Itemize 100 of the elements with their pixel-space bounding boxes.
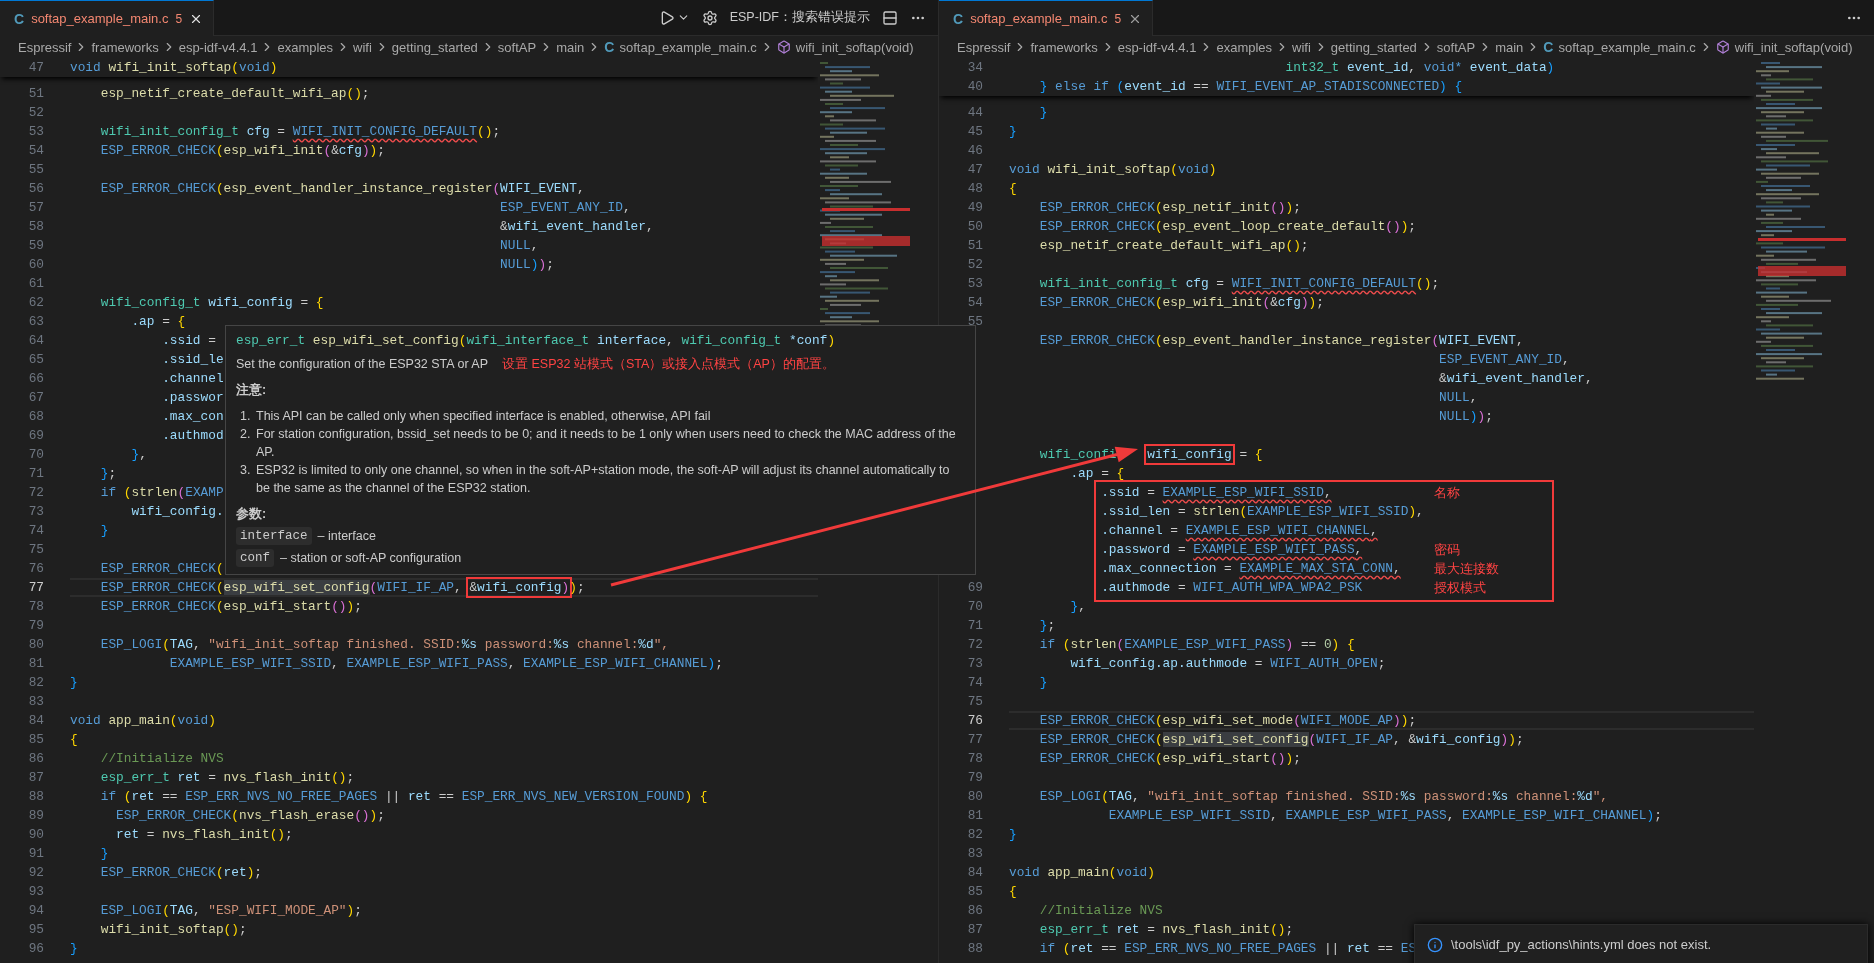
- code-text: }: [1009, 827, 1017, 842]
- line-number: 85: [966, 884, 983, 899]
- line-number: 54: [966, 295, 983, 310]
- line-number: 46: [966, 143, 983, 158]
- line-number: 53: [27, 124, 44, 139]
- line-number: 86: [27, 751, 44, 766]
- code-text: = {: [1238, 447, 1263, 462]
- code-text: ESP_LOGI(TAG, "wifi_init_softap finished. SSID:%s password:%s channel:%d",: [1038, 789, 1609, 804]
- line-number: 70: [966, 599, 983, 614]
- code-text: void wifi_init_softap(void): [1009, 162, 1217, 177]
- code-text: &wifi_event_handler,: [499, 219, 654, 234]
- line-number: 72: [27, 485, 44, 500]
- code-text: },: [130, 447, 147, 462]
- code-text: esp_err_t ret = nvs_flash_init();: [1038, 922, 1294, 937]
- code-text: //Initialize NVS: [99, 751, 224, 766]
- line-number: 47: [27, 60, 44, 75]
- code-text: esp_err_t ret = nvs_flash_init();: [99, 770, 355, 785]
- line-number: 62: [27, 295, 44, 310]
- line-number: 78: [27, 599, 44, 614]
- code-text: .authmode = WIFI_AUTH_WPA_WPA2_PSK: [1100, 580, 1363, 595]
- code-text: NULL));: [1438, 409, 1493, 424]
- code-text: .ap = {: [1069, 466, 1125, 481]
- line-number: 87: [27, 770, 44, 785]
- line-number: 82: [966, 827, 983, 842]
- highlighted-code: &wifi_config): [469, 580, 570, 595]
- line-number: 88: [27, 789, 44, 804]
- code-text: {: [70, 732, 78, 747]
- code-text: ESP_ERROR_CHECK(esp_netif_init());: [1038, 200, 1301, 215]
- code-text: void app_main(void): [70, 713, 216, 728]
- code-text: ESP_ERROR_CHECK(nvs_flash_erase());: [115, 808, 385, 823]
- line-number: 77: [966, 732, 983, 747]
- line-number: 79: [27, 618, 44, 633]
- line-number: 69: [27, 428, 44, 443]
- code-text: }: [99, 523, 109, 538]
- code-text: .ssid = EXAMPLE_ESP_WIFI_SSID,: [1100, 485, 1332, 500]
- line-number: 85: [27, 732, 44, 747]
- line-number: 44: [966, 105, 983, 120]
- code-text: int32_t event_id, void* event_data): [1284, 60, 1555, 75]
- line-number: 61: [27, 276, 44, 291]
- line-number: 67: [27, 390, 44, 405]
- line-number: 52: [966, 257, 983, 272]
- line-number: 89: [27, 808, 44, 823]
- code-text: ESP_ERROR_CHECK(esp_event_handler_instance_register(WIFI_EVENT,: [99, 181, 585, 196]
- code-text: .ssid_len = strlen(EXAMPLE_ESP_WIFI_SSID),: [1100, 504, 1424, 519]
- line-number: 53: [966, 276, 983, 291]
- code-text: }: [99, 846, 109, 861]
- code-text: .authmod: [161, 428, 224, 443]
- line-number: 71: [27, 466, 44, 481]
- code-text: ESP_ERROR_CHECK(esp_wifi_start());: [1038, 751, 1301, 766]
- code-text: }: [1038, 105, 1048, 120]
- param-name: interface: [236, 527, 312, 545]
- line-number: 92: [27, 865, 44, 880]
- line-number: 55: [27, 162, 44, 177]
- list-item: 3. ESP32 is limited to only one channel, so when in the soft-AP+station mode, the soft-AP will adjust its channel automatically to be the same as the channel of the ESP32 station.: [240, 462, 951, 497]
- line-number: 63: [27, 314, 44, 329]
- code-text: ESP_ERROR_CHECK(esp_wifi_init(&cfg));: [99, 143, 385, 158]
- line-number: 78: [966, 751, 983, 766]
- line-number: 88: [966, 941, 983, 956]
- code-text: //Initialize NVS: [1038, 903, 1163, 918]
- line-number: 74: [27, 523, 44, 538]
- line-number: 76: [966, 713, 983, 728]
- line-number: 80: [966, 789, 983, 804]
- line-number: 81: [966, 808, 983, 823]
- section-heading: 注意:: [236, 382, 268, 399]
- code-text: NULL));: [499, 257, 554, 272]
- code-text: EXAMPLE_ESP_WIFI_SSID, EXAMPLE_ESP_WIFI_PASS, EXAMPLE_ESP_WIFI_CHANNEL);: [168, 656, 723, 671]
- line-number: 56: [27, 181, 44, 196]
- code-text: NULL,: [1438, 390, 1478, 405]
- code-text: .ap = {: [130, 314, 186, 329]
- line-number: 96: [27, 941, 44, 956]
- line-number: 91: [27, 846, 44, 861]
- line-number: 59: [27, 238, 44, 253]
- line-number: 77: [27, 580, 44, 595]
- code-text: }: [1038, 675, 1048, 690]
- line-number: 87: [966, 922, 983, 937]
- highlighted-code: wifi_config: [1147, 447, 1232, 462]
- line-number: 50: [966, 219, 983, 234]
- code-text: );: [569, 580, 585, 595]
- code-text: ESP_ERROR_CHECK(ret);: [99, 865, 263, 880]
- code-text: ESP_ERROR_CHECK(esp_wifi_init(&cfg));: [1038, 295, 1324, 310]
- list-item: 2. For station configuration, bssid_set needs to be 0; and it needs to be 1 only when users need to check the MAC address of the AP.: [240, 426, 957, 461]
- line-number: 70: [27, 447, 44, 462]
- line-number: 55: [966, 314, 983, 329]
- code-text: ESP_ERROR_CHECK(esp_event_handler_instance_register(WIFI_EVENT,: [1038, 333, 1524, 348]
- code-text: .channel: [161, 371, 224, 386]
- code-text: };: [99, 466, 117, 481]
- code-text: {: [1009, 884, 1017, 899]
- line-number: 47: [966, 162, 983, 177]
- code-text: .max_connection = EXAMPLE_MAX_STA_CONN,: [1100, 561, 1401, 576]
- line-number: 93: [27, 884, 44, 899]
- code-text: void wifi_init_softap(void): [70, 60, 278, 75]
- code-text: }: [70, 675, 78, 690]
- code-text: },: [1069, 599, 1086, 614]
- code-text: {: [1009, 181, 1017, 196]
- code-text: } else if (event_id == WIFI_EVENT_AP_STADISCONNECTED) {: [1038, 79, 1463, 94]
- line-number: 51: [966, 238, 983, 253]
- code-text: .max_con: [161, 409, 224, 424]
- line-number: 71: [966, 618, 983, 633]
- code-text: .password = EXAMPLE_ESP_WIFI_PASS,: [1100, 542, 1363, 557]
- line-number: 86: [966, 903, 983, 918]
